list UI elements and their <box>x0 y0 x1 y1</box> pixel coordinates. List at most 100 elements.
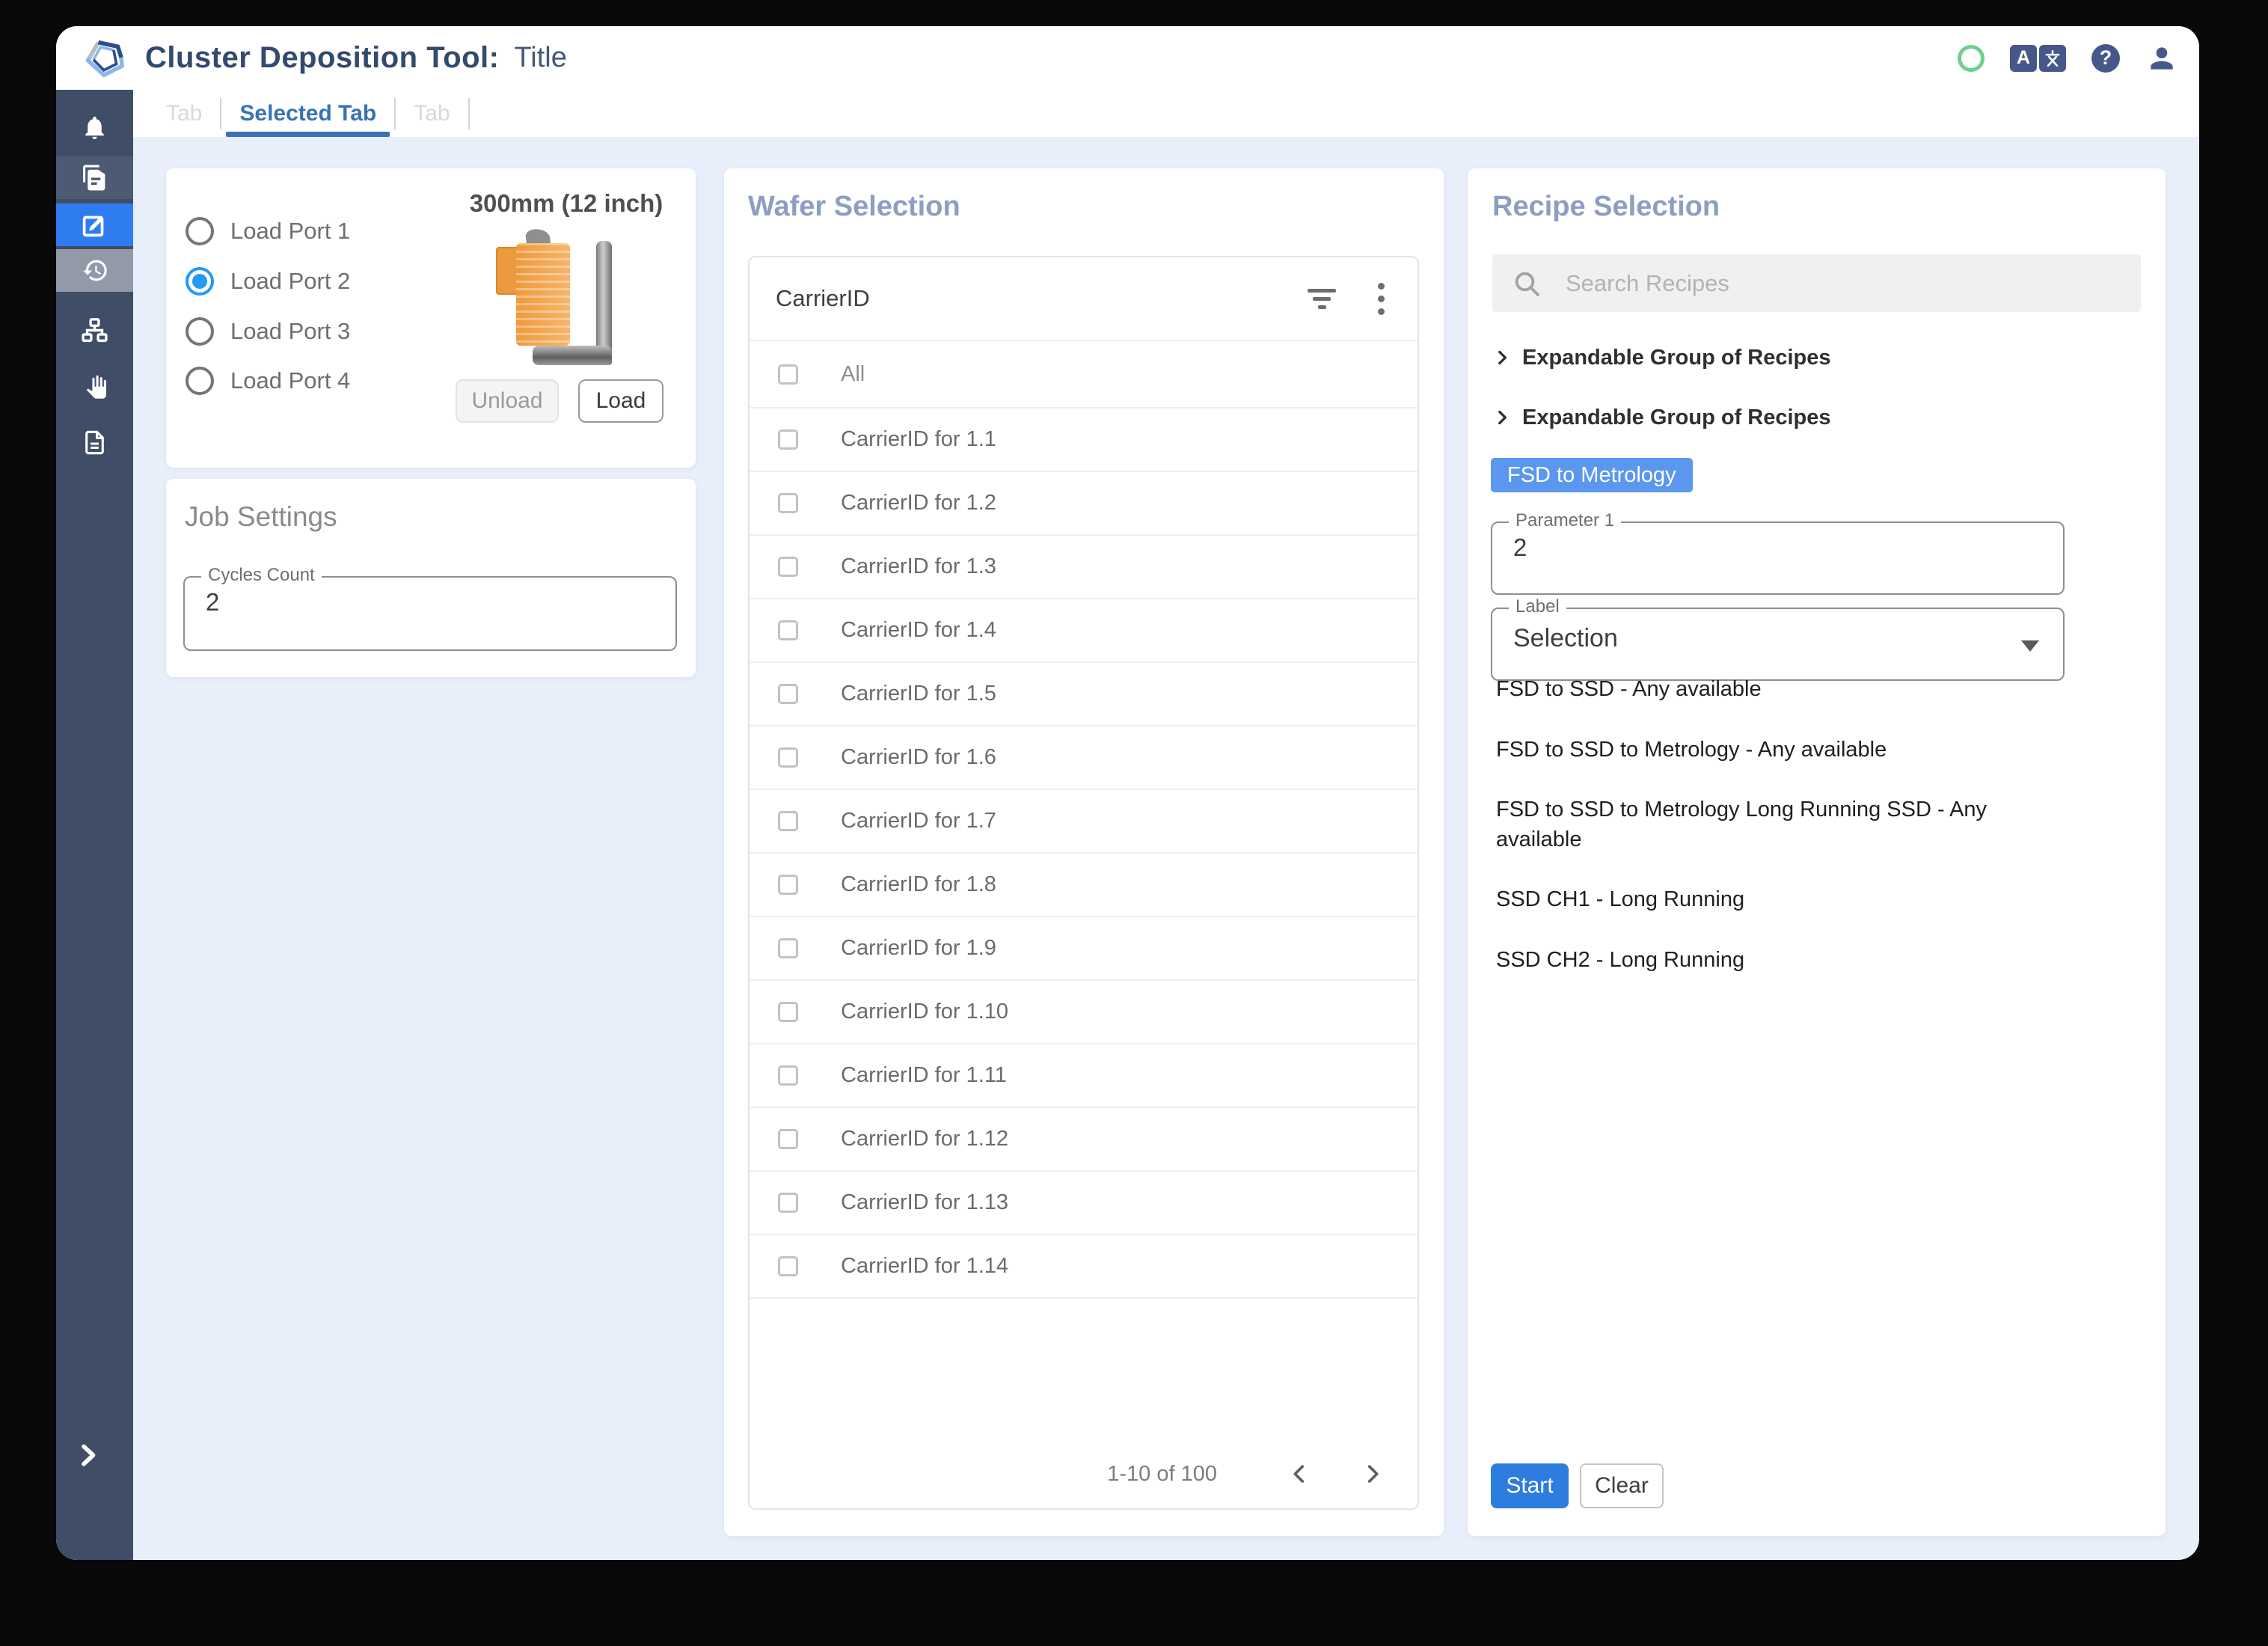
recipe-option[interactable]: SSD CH2 - Long Running <box>1496 945 1744 975</box>
row-checkbox[interactable] <box>778 620 798 640</box>
select-all-checkbox[interactable] <box>778 364 798 385</box>
document-title: Title <box>514 42 567 73</box>
load-port-3-option[interactable]: Load Port 3 <box>186 315 350 348</box>
user-profile-icon[interactable] <box>2145 42 2178 75</box>
row-checkbox[interactable] <box>778 1193 798 1213</box>
load-button[interactable]: Load <box>578 379 663 423</box>
row-checkbox[interactable] <box>778 1065 798 1086</box>
notifications-bell-icon[interactable] <box>56 106 133 149</box>
sitemap-icon[interactable] <box>56 309 133 352</box>
table-row[interactable]: CarrierID for 1.9 <box>750 917 1418 981</box>
wafer-carrier-image <box>496 227 616 369</box>
row-checkbox[interactable] <box>778 1256 798 1276</box>
tab-3[interactable]: Tab <box>396 90 468 137</box>
load-port-2-option[interactable]: Load Port 2 <box>186 265 350 298</box>
cycles-count-input[interactable] <box>206 588 661 617</box>
row-checkbox[interactable] <box>778 557 798 577</box>
select-all-label: All <box>841 361 865 386</box>
row-checkbox[interactable] <box>778 747 798 768</box>
tab-1[interactable]: Tab <box>148 90 220 137</box>
desktop-background: Cluster Deposition Tool: Title A ? Tab S… <box>0 0 2268 1646</box>
row-label: CarrierID for 1.1 <box>841 427 996 451</box>
row-label: CarrierID for 1.10 <box>841 1000 1009 1024</box>
recipe-selection-title: Recipe Selection <box>1492 191 1720 222</box>
row-checkbox[interactable] <box>778 938 798 958</box>
label-select-label: Label <box>1509 596 1566 617</box>
language-icon[interactable]: A <box>2010 44 2066 72</box>
parameter-1-label: Parameter 1 <box>1509 510 1622 531</box>
tab-separator <box>468 97 470 129</box>
table-row[interactable]: CarrierID for 1.2 <box>750 472 1418 536</box>
parameter-1-input[interactable] <box>1513 533 2048 562</box>
label-select-field[interactable]: Label Selection <box>1491 596 2065 681</box>
table-pagination: 1-10 of 100 <box>750 1440 1418 1508</box>
load-port-4-option[interactable]: Load Port 4 <box>186 364 350 397</box>
radio-unchecked-icon[interactable] <box>186 217 214 245</box>
row-checkbox[interactable] <box>778 1129 798 1149</box>
row-label: CarrierID for 1.11 <box>841 1063 1007 1087</box>
table-row[interactable]: CarrierID for 1.4 <box>750 599 1418 663</box>
selected-recipe-chip[interactable]: FSD to Metrology <box>1491 458 1693 492</box>
sidebar-expand-chevron-icon[interactable] <box>56 1433 133 1478</box>
table-row[interactable]: CarrierID for 1.5 <box>750 663 1418 726</box>
document-icon[interactable] <box>56 421 133 464</box>
copy-document-icon[interactable] <box>56 156 133 199</box>
table-row[interactable]: CarrierID for 1.1 <box>750 409 1418 472</box>
row-checkbox[interactable] <box>778 493 798 513</box>
more-options-icon[interactable] <box>1378 282 1385 315</box>
radio-checked-icon[interactable] <box>186 267 214 296</box>
radio-unchecked-icon[interactable] <box>186 317 214 346</box>
wafer-selection-panel: Wafer Selection CarrierID All CarrierID … <box>724 168 1444 1536</box>
header-actions: A ? <box>1958 42 2178 75</box>
search-recipes-input[interactable] <box>1566 269 2121 297</box>
table-row[interactable]: CarrierID for 1.12 <box>750 1108 1418 1172</box>
table-row[interactable]: CarrierID for 1.10 <box>750 981 1418 1044</box>
job-settings-title: Job Settings <box>185 501 337 532</box>
recipe-option[interactable]: FSD to SSD - Any available <box>1496 674 1762 704</box>
unload-button[interactable]: Unload <box>456 379 559 423</box>
recipe-option[interactable]: SSD CH1 - Long Running <box>1496 884 1744 914</box>
recipe-group-2[interactable]: Expandable Group of Recipes <box>1492 399 1831 436</box>
edit-icon[interactable] <box>56 204 133 246</box>
recipe-option[interactable]: FSD to SSD to Metrology Long Running SSD… <box>1496 795 2042 854</box>
parameter-1-field: Parameter 1 <box>1491 510 2065 595</box>
clear-button[interactable]: Clear <box>1580 1463 1664 1508</box>
table-row[interactable]: CarrierID for 1.6 <box>750 726 1418 790</box>
cycles-count-label: Cycles Count <box>201 565 322 586</box>
table-row[interactable]: CarrierID for 1.14 <box>750 1235 1418 1299</box>
table-row[interactable]: CarrierID for 1.7 <box>750 790 1418 854</box>
recipe-option[interactable]: FSD to SSD to Metrology - Any available <box>1496 735 1887 765</box>
history-icon[interactable] <box>56 249 133 292</box>
table-row[interactable]: CarrierID for 1.3 <box>750 536 1418 599</box>
hand-icon[interactable] <box>56 364 133 407</box>
row-checkbox[interactable] <box>778 811 798 831</box>
row-checkbox[interactable] <box>778 875 798 895</box>
carrier-base <box>533 346 612 365</box>
table-row[interactable]: CarrierID for 1.11 <box>750 1044 1418 1108</box>
radio-label: Load Port 1 <box>230 218 351 244</box>
row-checkbox[interactable] <box>778 1002 798 1022</box>
table-row[interactable]: CarrierID for 1.13 <box>750 1172 1418 1235</box>
cycles-count-field: Cycles Count <box>183 565 677 651</box>
row-checkbox[interactable] <box>778 429 798 450</box>
wafer-size-label: 300mm (12 inch) <box>469 189 663 217</box>
radio-label: Load Port 2 <box>230 268 351 294</box>
tab-selected[interactable]: Selected Tab <box>221 90 394 137</box>
row-checkbox[interactable] <box>778 684 798 704</box>
next-page-icon[interactable] <box>1358 1459 1388 1489</box>
tab-bar: Tab Selected Tab Tab <box>133 90 2199 137</box>
radio-unchecked-icon[interactable] <box>186 367 214 395</box>
chevron-right-icon <box>1498 410 1507 425</box>
select-all-row[interactable]: All <box>750 341 1418 409</box>
recipe-group-1[interactable]: Expandable Group of Recipes <box>1492 339 1831 376</box>
load-port-1-option[interactable]: Load Port 1 <box>186 215 350 248</box>
table-row[interactable]: CarrierID for 1.8 <box>750 854 1418 917</box>
wafer-selection-title: Wafer Selection <box>748 191 960 222</box>
search-icon <box>1515 272 1539 296</box>
row-label: CarrierID for 1.12 <box>841 1127 1009 1151</box>
start-button[interactable]: Start <box>1491 1463 1569 1508</box>
filter-icon[interactable] <box>1308 288 1336 309</box>
help-icon[interactable]: ? <box>2091 43 2120 73</box>
previous-page-icon[interactable] <box>1284 1459 1314 1489</box>
carrier-table: CarrierID All CarrierID for 1.1 CarrierI… <box>748 256 1419 1510</box>
